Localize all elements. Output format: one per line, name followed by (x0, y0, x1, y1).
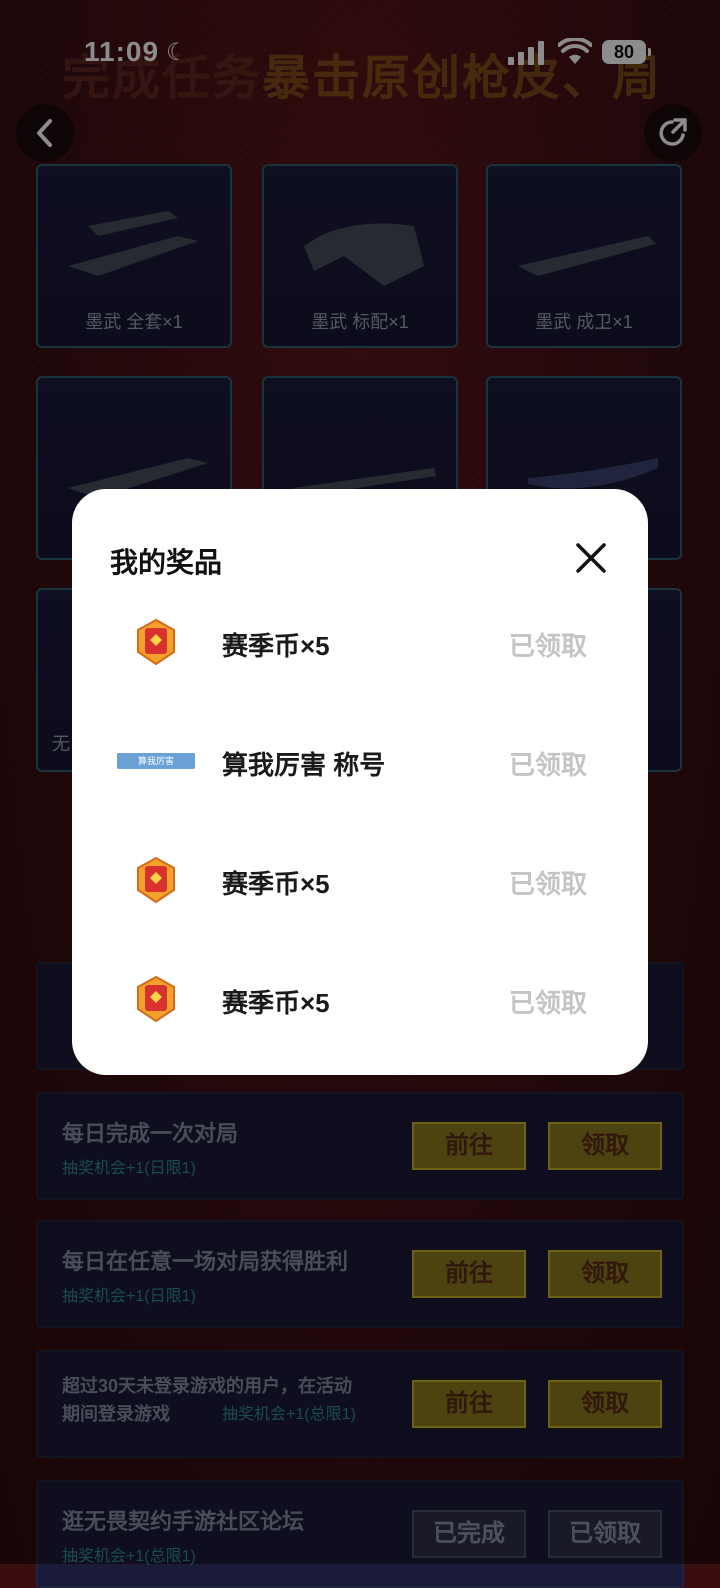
close-icon[interactable] (572, 539, 610, 577)
dialog-title: 我的奖品 (110, 547, 223, 578)
prize-status: 已领取 (509, 750, 588, 780)
title-badge-text: 算我厉害 (117, 753, 195, 769)
prize-item: 赛季币×5 已领取 (72, 959, 648, 1039)
prize-status: 已领取 (509, 631, 588, 661)
prize-item: 赛季币×5 已领取 (72, 602, 648, 682)
season-coin-icon (116, 850, 196, 910)
prize-status: 已领取 (509, 869, 588, 899)
prize-status: 已领取 (509, 988, 588, 1018)
prize-name: 赛季币×5 (222, 631, 330, 661)
prize-name: 算我厉害 称号 (222, 750, 386, 780)
prize-name: 赛季币×5 (222, 869, 330, 899)
prize-item: 算我厉害 算我厉害 称号 已领取 (72, 721, 648, 801)
my-prizes-dialog: 我的奖品 赛季币×5 已领取 算我厉害 算我厉害 称号 已领取 赛季币×5 已领… (72, 489, 648, 1075)
title-badge: 算我厉害 (116, 731, 196, 791)
prize-item: 赛季币×5 已领取 (72, 840, 648, 920)
prize-name: 赛季币×5 (222, 988, 330, 1018)
season-coin-icon (116, 612, 196, 672)
season-coin-icon (116, 969, 196, 1029)
